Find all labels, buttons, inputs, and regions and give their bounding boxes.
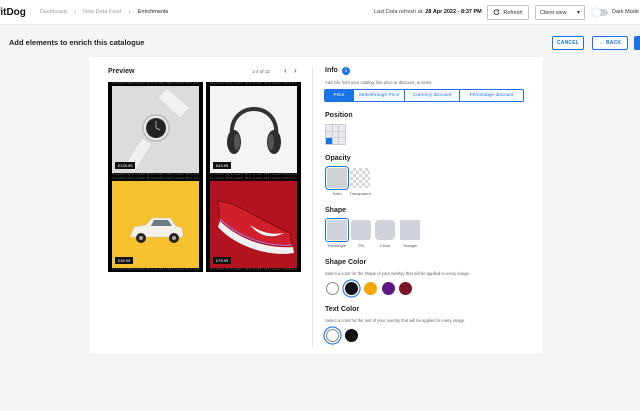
position-cell-top-left[interactable] <box>326 125 332 131</box>
chevron-right-icon: › <box>73 8 77 16</box>
frame-side <box>108 177 112 272</box>
frame-strip-bottom: PETS CLASSY PETS CLASSY PETS CLASSY PETS… <box>108 268 203 272</box>
tab-strikethrough-price[interactable]: Strikethrough Price <box>354 90 405 101</box>
preview-tile-sneaker[interactable]: PETS CLASSY PETS CLASSY PETS CLASSY PETS… <box>206 177 301 272</box>
watch-image <box>112 86 199 173</box>
shape-color-black-swatch[interactable] <box>345 282 358 295</box>
text-color-title: Text Color <box>325 306 360 313</box>
refresh-button[interactable]: Refresh <box>487 5 529 20</box>
frame-strip-bottom: PETS CLASSY PETS CLASSY PETS CLASSY PETS… <box>206 268 301 272</box>
tab-currency-discount[interactable]: Currency discount <box>405 90 460 101</box>
panel-divider <box>312 66 313 348</box>
car-image <box>112 181 199 268</box>
shape-rectangle-option[interactable] <box>325 218 349 242</box>
shape-color-description: Select a color for the shape of your ove… <box>325 271 471 276</box>
position-cell-middle-right[interactable] <box>339 131 345 138</box>
position-cell-bottom-left[interactable] <box>326 138 332 144</box>
frame-side <box>199 82 203 177</box>
app-logo[interactable]: fitDog <box>0 7 26 18</box>
last-refresh-time: 28 Apr 2022 - 8:37 PM <box>425 9 482 15</box>
chevron-down-icon: ▾ <box>576 10 580 16</box>
position-cell-bottom-center[interactable] <box>332 138 339 144</box>
refresh-icon <box>494 9 500 16</box>
position-cell-middle-center[interactable] <box>332 131 339 138</box>
frame-strip-top: PETS CLASSY PETS CLASSY PETS CLASSY PETS… <box>108 177 203 181</box>
breadcrumb: Dashboard › New Data Feed › Enrichments <box>40 9 168 16</box>
tab-percentage-discount[interactable]: Percentage discount <box>460 90 523 101</box>
info-description: Add info from your catalog, like price o… <box>325 80 432 85</box>
refresh-label: Refresh <box>503 9 523 16</box>
cancel-button[interactable]: CANCEL <box>552 36 584 50</box>
text-color-white-swatch[interactable] <box>326 329 339 342</box>
primary-action-button[interactable] <box>634 36 640 50</box>
opacity-title: Opacity <box>325 155 351 162</box>
chevron-left-icon[interactable]: ‹ <box>284 66 287 75</box>
client-view-select[interactable]: Client view ▾ <box>535 5 585 20</box>
chevron-right-icon: › <box>128 8 131 16</box>
client-view-value: Client view <box>540 9 567 16</box>
text-color-description: Select a color for the text of your over… <box>325 318 466 323</box>
preview-tile-headphones[interactable]: PETS CLASSY PETS CLASSY PETS CLASSY PETS… <box>206 82 301 177</box>
price-badge: £44.99 <box>213 162 232 169</box>
shape-circle-option[interactable] <box>375 220 395 240</box>
position-grid <box>325 124 346 145</box>
frame-strip-top: PETS CLASSY PETS CLASSY PETS CLASSY PETS… <box>108 82 203 86</box>
frame-strip-top: PETS CLASSY PETS CLASSY PETS CLASSY PETS… <box>206 82 301 86</box>
info-tabs: Price Strikethrough Price Currency disco… <box>324 89 524 102</box>
preview-tile-car[interactable]: PETS CLASSY PETS CLASSY PETS CLASSY PETS… <box>108 177 203 272</box>
sneaker-image <box>210 181 297 268</box>
text-color-black-swatch[interactable] <box>345 329 358 342</box>
tab-price[interactable]: Price <box>325 90 354 101</box>
position-cell-middle-left[interactable] <box>326 131 332 138</box>
chevron-right-icon[interactable]: › <box>294 66 297 75</box>
info-icon[interactable]: i <box>342 67 350 75</box>
shape-triangle-label: Triangle <box>402 243 418 248</box>
preview-tile-watch[interactable]: PETS CLASSY PETS CLASSY PETS CLASSY PETS… <box>108 82 203 177</box>
breadcrumb-new-data-feed[interactable]: New Data Feed <box>83 9 121 15</box>
opacity-transparent-option[interactable] <box>350 168 370 188</box>
opacity-solid-option[interactable] <box>325 166 349 190</box>
preview-title: Preview <box>108 68 135 75</box>
back-button[interactable]: ← BACK <box>592 36 628 50</box>
position-cell-top-right[interactable] <box>339 125 345 131</box>
shape-color-maroon-swatch[interactable] <box>399 282 412 295</box>
breadcrumb-dashboard[interactable]: Dashboard <box>40 9 67 15</box>
headphones-image <box>210 86 297 173</box>
price-badge: £79.99 <box>213 257 232 264</box>
price-badge: £129.99 <box>115 162 136 169</box>
frame-side <box>108 82 112 177</box>
price-badge: £39.99 <box>115 257 134 264</box>
last-refresh-text: Last Data refresh at: 28 Apr 2022 - 8:37… <box>374 9 482 15</box>
shape-color-white-swatch[interactable] <box>326 282 339 295</box>
opacity-transparent-label: Transparent <box>349 191 371 196</box>
frame-side <box>206 177 210 272</box>
shape-color-title: Shape Color <box>325 259 367 266</box>
shape-pill-option[interactable] <box>351 220 371 240</box>
frame-side <box>199 177 203 272</box>
breadcrumb-enrichments: Enrichments <box>137 9 169 15</box>
dark-mode-toggle[interactable] <box>592 8 608 17</box>
shape-title: Shape <box>325 207 347 214</box>
shape-color-purple-swatch[interactable] <box>382 282 395 295</box>
arrow-left-icon: ← <box>598 40 604 46</box>
dark-mode-label: Dark Mode <box>612 9 639 15</box>
back-label: BACK <box>605 40 622 46</box>
position-cell-bottom-right[interactable] <box>339 138 345 144</box>
frame-side <box>206 82 210 177</box>
shape-triangle-option[interactable] <box>400 220 420 240</box>
position-title: Position <box>325 112 353 119</box>
toggle-knob <box>592 8 601 17</box>
frame-side <box>297 82 301 177</box>
frame-side <box>297 177 301 272</box>
page-title: Add elements to enrich this catalogue <box>9 38 145 47</box>
last-refresh-label: Last Data refresh at: <box>374 9 424 15</box>
frame-strip-top: PETS CLASSY PETS CLASSY PETS CLASSY PETS… <box>206 177 301 181</box>
preview-pager: 1-4 of 12 <box>252 69 270 74</box>
shape-color-yellow-swatch[interactable] <box>364 282 377 295</box>
info-title: Info <box>325 67 338 74</box>
position-cell-top-center[interactable] <box>332 125 339 131</box>
